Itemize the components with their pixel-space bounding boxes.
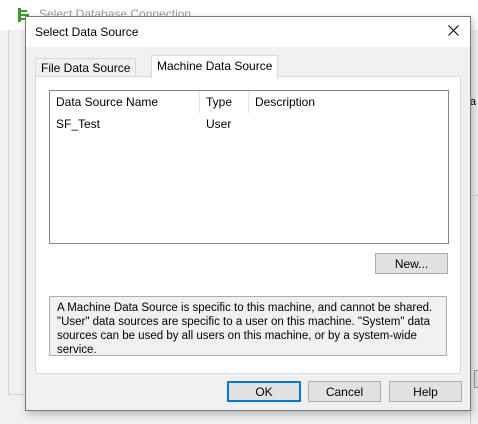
background-divider bbox=[474, 195, 478, 196]
column-header-type[interactable]: Type bbox=[200, 91, 249, 113]
data-source-list[interactable]: Data Source Name Type Description SF_Tes… bbox=[49, 90, 449, 244]
row-description bbox=[249, 114, 255, 134]
close-icon bbox=[447, 23, 459, 41]
tab-file-data-source[interactable]: File Data Source bbox=[35, 58, 137, 77]
help-button[interactable]: Help bbox=[389, 381, 462, 402]
column-header-data-source-name[interactable]: Data Source Name bbox=[50, 91, 200, 113]
dialog-title: Select Data Source bbox=[35, 25, 139, 39]
tab-machine-data-source[interactable]: Machine Data Source bbox=[151, 55, 279, 78]
column-header-description[interactable]: Description bbox=[249, 91, 448, 113]
new-button[interactable]: New... bbox=[375, 253, 448, 274]
background-partial-button[interactable] bbox=[474, 370, 478, 388]
background-left-edge bbox=[8, 30, 9, 394]
select-data-source-dialog: Select Data Source File Data Source Mach… bbox=[25, 16, 471, 411]
ok-button[interactable]: OK bbox=[227, 381, 301, 402]
background-bottom-edge bbox=[8, 394, 25, 395]
list-item[interactable]: SF_Test User bbox=[50, 114, 448, 134]
close-button[interactable] bbox=[436, 17, 470, 47]
description-box: A Machine Data Source is specific to thi… bbox=[49, 296, 447, 356]
row-data-source-name: SF_Test bbox=[56, 117, 101, 131]
list-header: Data Source Name Type Description bbox=[50, 91, 448, 113]
row-type: User bbox=[206, 117, 232, 131]
machine-data-source-panel: Data Source Name Type Description SF_Tes… bbox=[35, 76, 461, 374]
cancel-button[interactable]: Cancel bbox=[308, 381, 381, 402]
dialog-titlebar: Select Data Source bbox=[26, 17, 470, 47]
